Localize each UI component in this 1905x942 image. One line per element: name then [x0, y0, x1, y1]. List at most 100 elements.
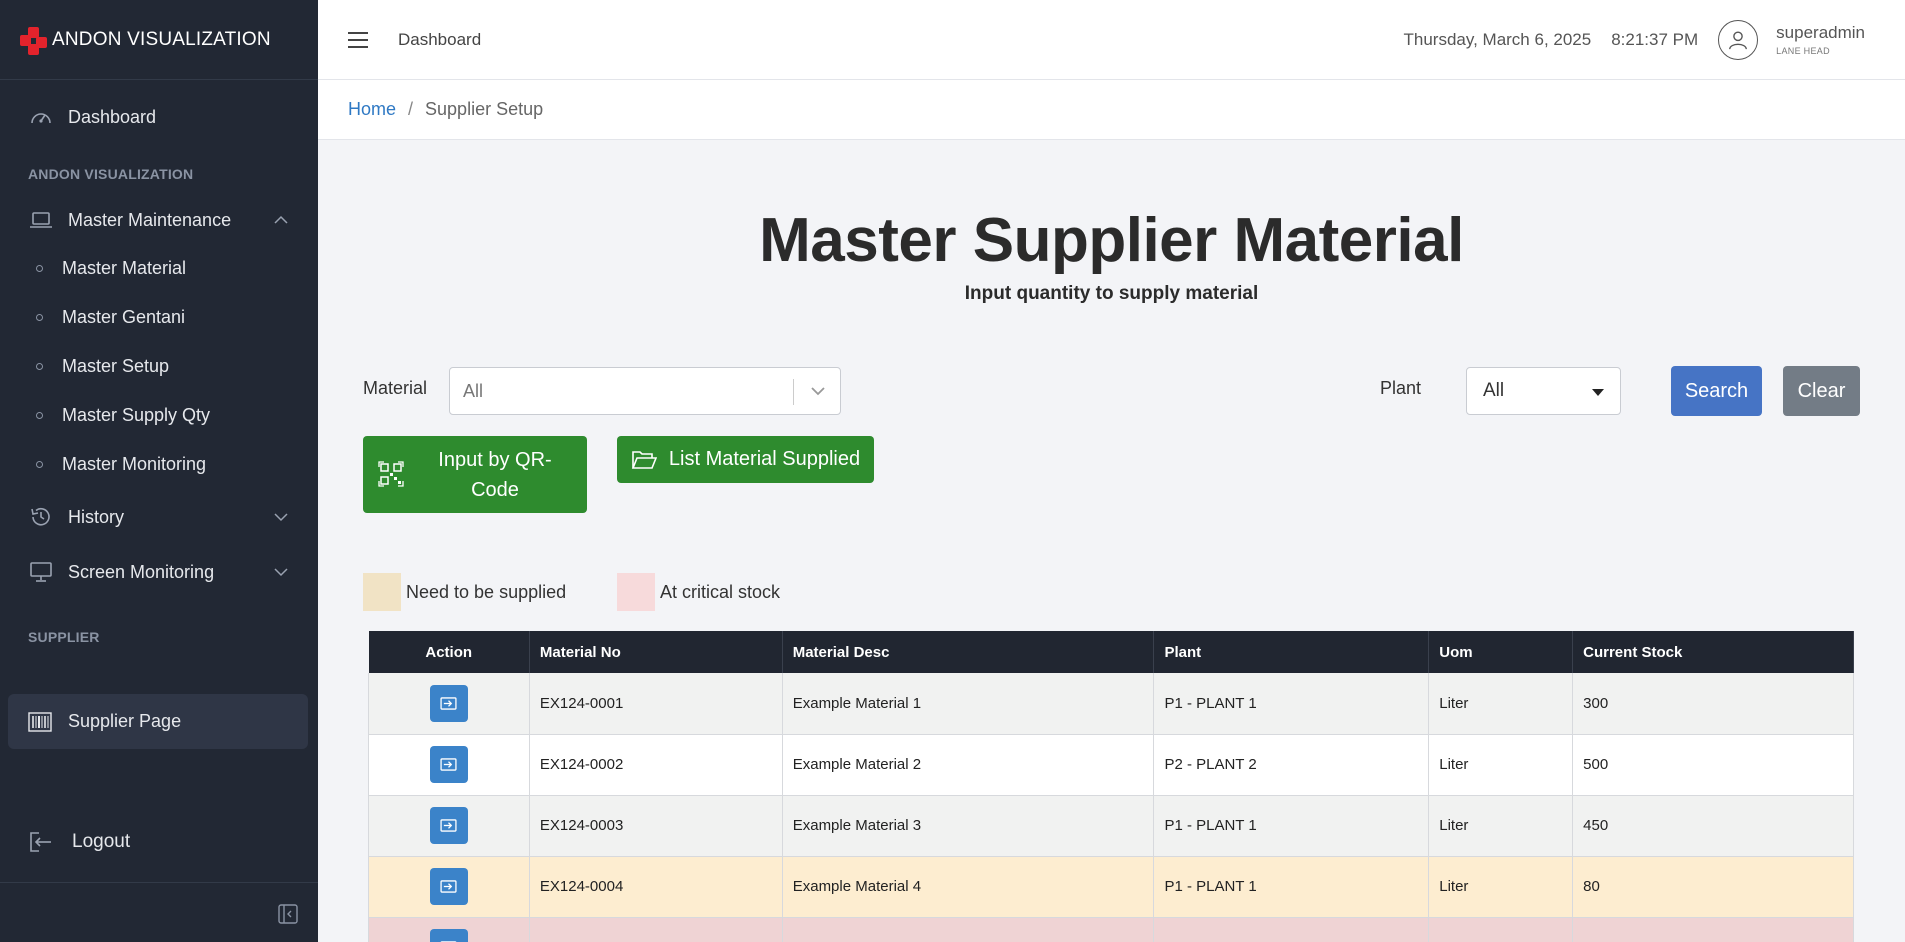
action-cell: [368, 795, 530, 857]
material-filter-label: Material: [363, 378, 428, 398]
uom-cell: [1428, 917, 1574, 942]
legend-swatch-critical: [617, 573, 655, 611]
user-avatar-icon[interactable]: [1718, 20, 1759, 60]
select-divider: [793, 379, 794, 405]
sidebar-item-label: History: [68, 506, 125, 527]
uom-cell: Liter: [1428, 673, 1574, 735]
logout-button[interactable]: Logout: [0, 818, 318, 866]
sidebar-item-history[interactable]: History: [0, 489, 318, 545]
page-title: Master Supplier Material: [759, 206, 1464, 275]
laptop-icon: [28, 209, 54, 231]
chevron-down-icon: [274, 513, 288, 522]
sidebar-subitem-label: Master Gentani: [62, 307, 186, 327]
history-icon: [28, 506, 54, 528]
material-desc-cell: Example Material 1: [782, 673, 1155, 735]
input-by-qr-button[interactable]: Input by QR-Code: [363, 436, 587, 513]
input-supply-button[interactable]: [429, 746, 468, 783]
input-supply-button[interactable]: [429, 868, 468, 905]
plant-cell: P1 - PLANT 1: [1153, 673, 1430, 735]
uom-cell: Liter: [1428, 856, 1574, 918]
sidebar-item-label: Screen Monitoring: [68, 561, 215, 582]
sidebar-subitem-label: Master Material: [62, 258, 187, 278]
table-row: EX124-0002 Example Material 2 P2 - PLANT 2…: [368, 734, 1854, 796]
list-material-supplied-button[interactable]: List Material Supplied: [617, 436, 874, 483]
table-row: EX124-0004 Example Material 4 P1 - PLANT 1…: [368, 856, 1854, 918]
column-header-plant[interactable]: Plant: [1153, 631, 1430, 673]
caret-down-icon: [1592, 389, 1604, 396]
user-info[interactable]: superadmin LANE HEAD: [1776, 24, 1865, 56]
input-supply-button[interactable]: [429, 684, 468, 722]
table-row: [368, 917, 1854, 942]
sidebar-item-screen-monitoring[interactable]: Screen Monitoring: [0, 545, 318, 599]
brand[interactable]: ANDON VISUALIZATION: [0, 0, 318, 80]
search-button[interactable]: Search: [1671, 366, 1762, 416]
chevron-up-icon: [274, 215, 288, 224]
sidebar-item-supplier-page[interactable]: Supplier Page: [8, 694, 308, 749]
column-header-material-desc[interactable]: Material Desc: [782, 631, 1155, 673]
user-name: superadmin: [1776, 23, 1865, 42]
section-label-andon: ANDON VISUALIZATION: [28, 166, 194, 182]
sidebar-subitem-master-supply-qty[interactable]: Master Supply Qty: [0, 391, 318, 440]
plant-filter-label: Plant: [1380, 378, 1422, 398]
menu-toggle-icon[interactable]: [348, 31, 368, 48]
logout-icon: [28, 831, 54, 853]
plant-select[interactable]: All: [1466, 367, 1621, 415]
chevron-down-icon: [274, 568, 288, 577]
column-header-material-no[interactable]: Material No: [529, 631, 783, 673]
legend-critical-label: At critical stock: [660, 582, 781, 602]
sidebar-item-label: Dashboard: [68, 106, 157, 127]
plant-cell: [1153, 917, 1430, 942]
column-header-action[interactable]: Action: [368, 631, 530, 673]
sidebar-subitem-master-material[interactable]: Master Material: [0, 244, 318, 293]
monitor-icon: [28, 561, 54, 583]
input-supply-button[interactable]: [429, 929, 468, 942]
current-stock-cell: 450: [1572, 795, 1854, 857]
current-stock-cell: [1572, 917, 1854, 942]
page-subtitle: Input quantity to supply material: [964, 283, 1259, 304]
sign-in-icon: [440, 697, 458, 710]
chevron-down-icon: [811, 387, 825, 396]
sidebar-item-master-maintenance[interactable]: Master Maintenance: [0, 196, 318, 244]
bullet-icon: [36, 363, 43, 370]
sidebar-subitem-master-gentani[interactable]: Master Gentani: [0, 293, 318, 342]
column-header-current-stock[interactable]: Current Stock: [1572, 631, 1854, 673]
table-row: EX124-0001 Example Material 1 P1 - PLANT 1…: [368, 673, 1854, 735]
column-header-uom[interactable]: Uom: [1428, 631, 1574, 673]
table-row: EX124-0003 Example Material 3 P1 - PLANT 1…: [368, 795, 1854, 857]
current-time: 8:21:37 PM: [1611, 30, 1699, 49]
action-cell: [368, 856, 530, 918]
clear-button[interactable]: Clear: [1783, 366, 1860, 416]
sidebar-subitem-master-monitoring[interactable]: Master Monitoring: [0, 440, 318, 489]
topbar-title: Dashboard: [398, 29, 482, 49]
action-cell: [368, 734, 530, 796]
brand-logo-icon: [18, 23, 48, 57]
sidebar-collapse-icon[interactable]: [278, 904, 298, 924]
qr-code-icon: [378, 461, 404, 487]
sidebar-item-label: Master Maintenance: [68, 209, 232, 230]
sidebar-subitem-master-setup[interactable]: Master Setup: [0, 342, 318, 391]
current-stock-cell: 500: [1572, 734, 1854, 796]
sidebar-item-dashboard[interactable]: Dashboard: [0, 93, 318, 141]
uom-cell: Liter: [1428, 795, 1574, 857]
uom-cell: Liter: [1428, 734, 1574, 796]
bullet-icon: [36, 461, 43, 468]
bullet-icon: [36, 265, 43, 272]
list-button-label: List Material Supplied: [668, 448, 861, 470]
material-desc-cell: Example Material 3: [782, 795, 1155, 857]
current-stock-cell: 80: [1572, 856, 1854, 918]
legend-need-label: Need to be supplied: [406, 582, 567, 602]
material-desc-cell: Example Material 2: [782, 734, 1155, 796]
material-select[interactable]: All: [449, 367, 841, 415]
breadcrumb-home-link[interactable]: Home: [348, 99, 396, 120]
topbar: Dashboard Thursday, March 6, 2025 8:21:3…: [318, 0, 1905, 80]
breadcrumb-separator: /: [408, 99, 414, 119]
sidebar-footer: [0, 882, 318, 942]
sidebar: ANDON VISUALIZATION Dashboard ANDON VISU…: [0, 0, 318, 942]
material-desc-cell: [782, 917, 1155, 942]
sidebar-item-label: Supplier Page: [68, 711, 182, 731]
breadcrumb: Home / Supplier Setup: [318, 80, 1905, 140]
topbar-right: Thursday, March 6, 2025 8:21:37 PM super…: [1403, 0, 1865, 80]
input-supply-button[interactable]: [429, 807, 468, 844]
sidebar-subitem-label: Master Monitoring: [62, 454, 207, 474]
plant-select-value: All: [1483, 380, 1505, 401]
